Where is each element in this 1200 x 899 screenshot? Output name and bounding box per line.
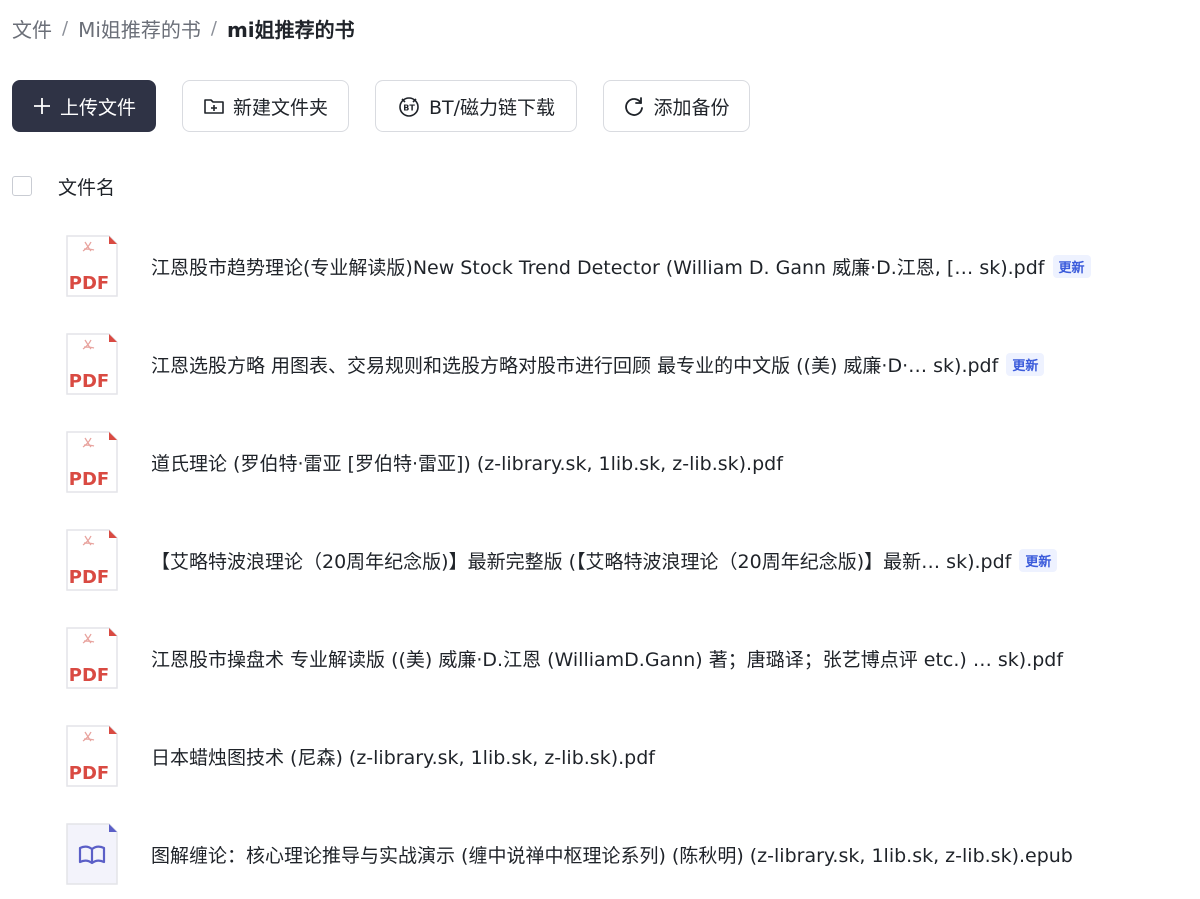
- file-row[interactable]: PDF 江恩股市操盘术 专业解读版 ((美) 威廉·D.江恩 (WilliamD…: [65, 626, 1175, 690]
- sync-icon: [623, 95, 645, 117]
- file-row[interactable]: PDF 日本蜡烛图技术 (尼森) (z-library.sk, 1lib.sk,…: [65, 724, 1175, 788]
- toolbar: 上传文件 新建文件夹 BT BT/磁力链下载 添加备份: [12, 80, 750, 132]
- folder-plus-icon: [203, 96, 225, 116]
- update-badge: 更新: [1019, 548, 1058, 572]
- upload-file-button[interactable]: 上传文件: [12, 80, 156, 132]
- breadcrumb-item-current-folder: mi姐推荐的书: [226, 17, 355, 42]
- epub-book-icon: [65, 822, 119, 886]
- bt-magnet-download-button[interactable]: BT BT/磁力链下载: [375, 80, 577, 132]
- file-row[interactable]: PDF 江恩选股方略 用图表、交易规则和选股方略对股市进行回顾 最专业的中文版 …: [65, 332, 1175, 396]
- pdf-icon-text: PDF: [69, 469, 109, 490]
- add-backup-label: 添加备份: [653, 96, 730, 119]
- breadcrumb-item-parent-folder[interactable]: Mi姐推荐的书: [78, 14, 201, 43]
- pdf-icon-text: PDF: [69, 763, 109, 784]
- plus-icon: [32, 96, 52, 116]
- breadcrumb-separator: /: [210, 17, 217, 39]
- svg-text:BT: BT: [403, 104, 415, 113]
- file-name: 江恩选股方略 用图表、交易规则和选股方略对股市进行回顾 最专业的中文版 ((美)…: [151, 354, 999, 377]
- pdf-icon-text: PDF: [69, 665, 109, 686]
- select-all-checkbox[interactable]: [12, 176, 32, 196]
- pdf-icon-text: PDF: [69, 567, 109, 588]
- file-name: 江恩股市操盘术 专业解读版 ((美) 威廉·D.江恩 (WilliamD.Gan…: [151, 648, 1064, 671]
- pdf-file-icon: PDF: [65, 724, 119, 788]
- pdf-file-icon: PDF: [65, 234, 119, 298]
- pdf-file-icon: PDF: [65, 430, 119, 494]
- file-name: 图解缠论：核心理论推导与实战演示 (缠中说禅中枢理论系列) (陈秋明) (z-l…: [151, 844, 1073, 867]
- new-folder-label: 新建文件夹: [232, 96, 328, 119]
- pdf-file-icon: PDF: [65, 528, 119, 592]
- file-row[interactable]: PDF 道氏理论 (罗伯特·雷亚 [罗伯特·雷亚]) (z-library.sk…: [65, 430, 1175, 494]
- column-header-filename: 文件名: [58, 176, 116, 199]
- file-name: 江恩股市趋势理论(专业解读版)New Stock Trend Detector …: [151, 256, 1045, 279]
- bt-icon: BT: [397, 95, 421, 117]
- add-backup-button[interactable]: 添加备份: [603, 80, 750, 132]
- pdf-icon-text: PDF: [69, 273, 109, 294]
- file-name: 日本蜡烛图技术 (尼森) (z-library.sk, 1lib.sk, z-l…: [151, 746, 655, 769]
- breadcrumb: 文件 / Mi姐推荐的书 / mi姐推荐的书: [12, 12, 355, 44]
- file-list-header: 文件名: [12, 170, 115, 202]
- upload-file-label: 上传文件: [59, 96, 136, 119]
- file-name: 道氏理论 (罗伯特·雷亚 [罗伯特·雷亚]) (z-library.sk, 1l…: [151, 452, 783, 475]
- breadcrumb-item-files[interactable]: 文件: [12, 14, 52, 43]
- file-row[interactable]: 图解缠论：核心理论推导与实战演示 (缠中说禅中枢理论系列) (陈秋明) (z-l…: [65, 822, 1175, 886]
- update-badge: 更新: [1052, 254, 1091, 278]
- update-badge: 更新: [1006, 352, 1045, 376]
- file-row[interactable]: PDF 江恩股市趋势理论(专业解读版)New Stock Trend Detec…: [65, 234, 1175, 298]
- pdf-file-icon: PDF: [65, 332, 119, 396]
- file-name: 【艾略特波浪理论（20周年纪念版)】最新完整版 (【艾略特波浪理论（20周年纪念…: [151, 550, 1012, 573]
- new-folder-button[interactable]: 新建文件夹: [182, 80, 349, 132]
- pdf-icon-text: PDF: [69, 371, 109, 392]
- file-row[interactable]: PDF 【艾略特波浪理论（20周年纪念版)】最新完整版 (【艾略特波浪理论（20…: [65, 528, 1175, 592]
- breadcrumb-separator: /: [62, 17, 69, 39]
- bt-magnet-download-label: BT/磁力链下载: [428, 96, 556, 119]
- pdf-file-icon: PDF: [65, 626, 119, 690]
